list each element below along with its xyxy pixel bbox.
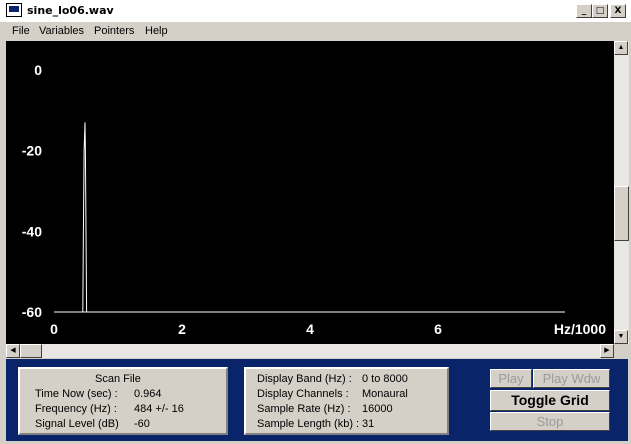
play-window-button[interactable]: Play Wdw xyxy=(533,369,610,388)
menu-bar: File Variables Pointers Help xyxy=(0,22,631,41)
play-button[interactable]: Play xyxy=(490,369,532,388)
control-area: Scan File Time Now (sec) : 0.964 Frequen… xyxy=(6,359,628,441)
menu-help[interactable]: Help xyxy=(145,25,168,37)
x-tick-label: 4 xyxy=(306,321,314,337)
x-tick-label: 2 xyxy=(178,321,186,337)
menu-file[interactable]: File xyxy=(12,25,30,37)
sample-length-label: Sample Length (kb) : xyxy=(257,418,360,430)
menu-pointers[interactable]: Pointers xyxy=(94,25,134,37)
horizontal-scrollbar[interactable]: ◀ ▶ xyxy=(6,344,614,358)
frequency-value: 484 +/- 16 xyxy=(134,403,184,415)
vertical-scrollbar[interactable]: ▲ ▼ xyxy=(614,41,629,344)
signal-level-label: Signal Level (dB) xyxy=(35,418,119,430)
scroll-down-button[interactable]: ▼ xyxy=(614,330,628,344)
signal-level-value: -60 xyxy=(134,418,150,430)
y-tick-label: 0 xyxy=(34,62,42,78)
time-now-label: Time Now (sec) : xyxy=(35,388,118,400)
sample-length-value: 31 xyxy=(362,418,375,430)
scroll-left-button[interactable]: ◀ xyxy=(6,344,20,358)
menu-variables[interactable]: Variables xyxy=(39,25,84,37)
frequency-label: Frequency (Hz) : xyxy=(35,403,117,415)
spectrum-chart: 0 -20 -40 -60 0 2 4 6 Hz/1000 xyxy=(22,62,606,337)
scan-panel-title: Scan File xyxy=(95,373,141,385)
vertical-scroll-thumb[interactable] xyxy=(614,186,629,241)
y-tick-label: -20 xyxy=(22,143,42,159)
window-title: sine_lo06.wav xyxy=(27,4,114,17)
scroll-right-button[interactable]: ▶ xyxy=(600,344,614,358)
sample-rate-value: 16000 xyxy=(362,403,393,415)
y-tick-label: -40 xyxy=(22,223,42,239)
stop-button[interactable]: Stop xyxy=(490,412,610,431)
scroll-up-button[interactable]: ▲ xyxy=(614,41,628,55)
sample-rate-label: Sample Rate (Hz) : xyxy=(257,403,351,415)
display-channels-value: Monaural xyxy=(362,388,408,400)
horizontal-scroll-thumb[interactable] xyxy=(20,344,42,358)
display-band-label: Display Band (Hz) : xyxy=(257,373,352,385)
time-now-value: 0.964 xyxy=(134,388,162,400)
y-tick-label: -60 xyxy=(22,304,42,320)
maximize-button[interactable]: □ xyxy=(592,4,608,18)
minimize-button[interactable]: _ xyxy=(576,4,592,18)
x-axis-unit-label: Hz/1000 xyxy=(554,321,606,337)
scan-file-panel: Scan File Time Now (sec) : 0.964 Frequen… xyxy=(18,367,228,435)
spectrum-plot: 0 -20 -40 -60 0 2 4 6 Hz/1000 xyxy=(6,41,614,344)
title-bar: sine_lo06.wav _ □ X xyxy=(0,0,631,22)
app-window-icon[interactable] xyxy=(6,3,22,17)
display-info-panel: Display Band (Hz) : 0 to 8000 Display Ch… xyxy=(244,367,449,435)
x-tick-label: 0 xyxy=(50,321,58,337)
display-channels-label: Display Channels : xyxy=(257,388,349,400)
x-tick-label: 6 xyxy=(434,321,442,337)
close-button[interactable]: X xyxy=(610,4,626,18)
display-band-value: 0 to 8000 xyxy=(362,373,408,385)
spectrum-trace xyxy=(54,122,565,313)
toggle-grid-button[interactable]: Toggle Grid xyxy=(490,390,610,411)
